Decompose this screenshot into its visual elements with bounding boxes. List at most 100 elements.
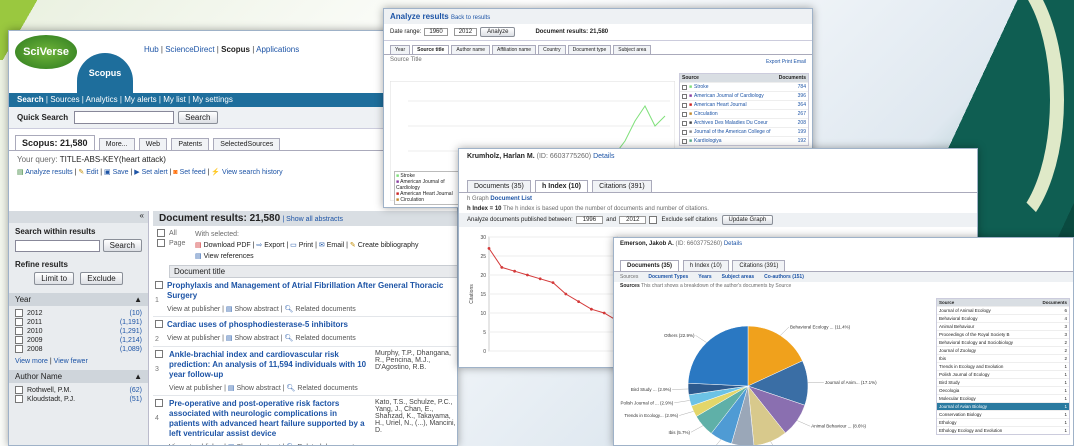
- tab-selected-sources[interactable]: SelectedSources: [213, 138, 281, 150]
- analyze-tab[interactable]: Country: [538, 45, 566, 54]
- select-page-checkbox[interactable]: [157, 239, 165, 247]
- quick-search-input[interactable]: [74, 111, 175, 124]
- view-at-publisher-link[interactable]: View at publisher: [167, 335, 220, 342]
- tab-more[interactable]: More...: [98, 138, 135, 150]
- source-checkbox[interactable]: [682, 129, 687, 135]
- analyze-results-link[interactable]: Analyze results: [25, 169, 72, 176]
- source-row[interactable]: ■ American Heart Journal 364: [680, 100, 808, 109]
- email-link[interactable]: Email: [793, 59, 806, 65]
- related-documents-link[interactable]: Related documents: [295, 335, 355, 342]
- subtab-h-graph[interactable]: h Graph: [467, 196, 489, 202]
- doc-title-link[interactable]: Prophylaxis and Management of Atrial Fib…: [167, 281, 457, 301]
- column-title[interactable]: Document title: [174, 267, 225, 276]
- source-row[interactable]: ■ Circulation 267: [680, 109, 808, 118]
- view-at-publisher-link[interactable]: View at publisher: [167, 306, 220, 313]
- analyze-tab[interactable]: Source title: [412, 45, 450, 54]
- top-link-scopus[interactable]: Scopus: [221, 45, 250, 54]
- pie-table-row[interactable]: Animal Behaviour 3: [937, 322, 1069, 330]
- documents-col-header[interactable]: Documents: [779, 75, 806, 81]
- row-checkbox[interactable]: [155, 350, 163, 358]
- author-facet-header[interactable]: Author Name ▲: [9, 370, 148, 383]
- top-link-applications[interactable]: Applications: [256, 45, 299, 54]
- pie-table-row[interactable]: Trends in Ecology and Evolution 1: [937, 362, 1069, 370]
- pie-details-link[interactable]: Details: [724, 241, 742, 247]
- set-alert-link[interactable]: Set alert: [142, 169, 168, 176]
- source-col-header[interactable]: Source: [682, 75, 779, 81]
- author-facet-item[interactable]: Rothwell, P.M. (62): [15, 386, 142, 394]
- analyze-tab[interactable]: Subject area: [613, 45, 652, 54]
- show-all-abstracts-link[interactable]: Show all abstracts: [286, 216, 343, 223]
- tab-scopus[interactable]: Scopus: 21,580: [15, 135, 95, 150]
- nav-analytics[interactable]: Analytics: [86, 95, 118, 104]
- print-link[interactable]: Print: [782, 59, 792, 65]
- tab-citations[interactable]: Citations (391): [592, 180, 652, 192]
- view-references-link[interactable]: View references: [204, 253, 254, 260]
- pie-table-row[interactable]: Ibis 2: [937, 354, 1069, 362]
- pie-table-row[interactable]: Journal of Avian Biology 1: [937, 402, 1069, 410]
- top-link-sciencedirect[interactable]: ScienceDirect: [165, 45, 214, 54]
- source-checkbox[interactable]: [682, 93, 687, 99]
- doc-authors[interactable]: Murphy, T.P., Dhangana, R., Pencina, M.J…: [369, 350, 457, 392]
- doc-title-link[interactable]: Ankle-brachial index and cardiovascular …: [169, 350, 369, 380]
- analyze-tab[interactable]: Affiliation name: [491, 45, 537, 54]
- source-checkbox[interactable]: [682, 138, 687, 144]
- year-checkbox[interactable]: [15, 318, 23, 326]
- source-row[interactable]: ■ Archives Des Maladies Du Coeur 208: [680, 118, 808, 127]
- export-link[interactable]: Export: [766, 59, 780, 65]
- year-facet-header[interactable]: Year ▲: [9, 293, 148, 306]
- year-facet-item[interactable]: 2011 (1,191): [15, 318, 142, 326]
- pie-table-row[interactable]: Journal of Animal Ecology 6: [937, 306, 1069, 314]
- tab-h-index[interactable]: h Index (10): [682, 260, 729, 271]
- search-within-button[interactable]: Search: [102, 239, 142, 252]
- tab-citations[interactable]: Citations (391): [732, 260, 786, 271]
- source-checkbox[interactable]: [682, 84, 687, 90]
- back-link[interactable]: Back to results: [451, 15, 490, 21]
- sidebar-collapse[interactable]: «: [9, 211, 148, 223]
- export-link[interactable]: Export: [264, 242, 284, 249]
- pie-subtab[interactable]: Document Types: [648, 274, 688, 280]
- tab-h-index[interactable]: h Index (10): [535, 180, 588, 192]
- year-facet-item[interactable]: 2010 (1,291): [15, 327, 142, 335]
- row-checkbox[interactable]: [155, 399, 163, 407]
- limit-to-button[interactable]: Limit to: [34, 272, 75, 285]
- source-row[interactable]: ■ Kardiologiya 192: [680, 136, 808, 145]
- scopus-logo[interactable]: Scopus: [77, 53, 133, 93]
- pie-table-row[interactable]: Proceedings of the Royal Society B 3: [937, 330, 1069, 338]
- pie-table-row[interactable]: Bird Study 1: [937, 378, 1069, 386]
- year-checkbox[interactable]: [15, 345, 23, 353]
- year-facet-item[interactable]: 2008 (1,089): [15, 345, 142, 353]
- to-select[interactable]: 2012: [453, 28, 478, 36]
- hindex-details-link[interactable]: Details: [593, 153, 614, 160]
- pie-table-row[interactable]: Molecular Ecology 1: [937, 394, 1069, 402]
- nav-mylist[interactable]: My list: [163, 95, 186, 104]
- edit-link[interactable]: Edit: [86, 169, 98, 176]
- pie-table-row[interactable]: Ethology 1: [937, 418, 1069, 426]
- from-select[interactable]: 1960: [424, 28, 448, 36]
- nav-alerts[interactable]: My alerts: [124, 95, 156, 104]
- pie-table-row[interactable]: Behavioral Ecology 4: [937, 314, 1069, 322]
- doc-title-link[interactable]: Pre-operative and post-operative risk fa…: [169, 399, 369, 439]
- pie-table-row[interactable]: Conservation Biology 1: [937, 410, 1069, 418]
- top-link-hub[interactable]: Hub: [144, 45, 159, 54]
- row-checkbox[interactable]: [155, 320, 163, 328]
- set-feed-link[interactable]: Set feed: [180, 169, 206, 176]
- year-checkbox[interactable]: [15, 309, 23, 317]
- analyze-tab[interactable]: Document type: [567, 45, 612, 54]
- exclude-self-checkbox[interactable]: [649, 216, 658, 224]
- show-abstract-link[interactable]: Show abstract: [234, 306, 278, 313]
- pie-table-row[interactable]: Polish Journal of Ecology 1: [937, 370, 1069, 378]
- pie-subtab[interactable]: Co-authors (151): [764, 274, 804, 280]
- nav-search[interactable]: Search: [17, 95, 44, 104]
- pie-table-row[interactable]: Behavioral Ecology and Sociobiology 2: [937, 338, 1069, 346]
- source-row[interactable]: ■ Stroke 784: [680, 82, 808, 91]
- related-documents-link[interactable]: Related documents: [295, 306, 355, 313]
- author-checkbox[interactable]: [15, 386, 23, 394]
- pie-table-row[interactable]: Oecologia 1: [937, 386, 1069, 394]
- pie-source-col-header[interactable]: Source: [939, 300, 1042, 305]
- quick-search-button[interactable]: Search: [178, 111, 218, 124]
- analyze-tab[interactable]: Year: [390, 45, 411, 54]
- source-checkbox[interactable]: [682, 111, 687, 117]
- source-row[interactable]: ■ American Journal of Cardiology 396: [680, 91, 808, 100]
- pie-table-row[interactable]: Ethology Ecology and Evolution 1: [937, 426, 1069, 434]
- view-at-publisher-link[interactable]: View at publisher: [169, 385, 222, 392]
